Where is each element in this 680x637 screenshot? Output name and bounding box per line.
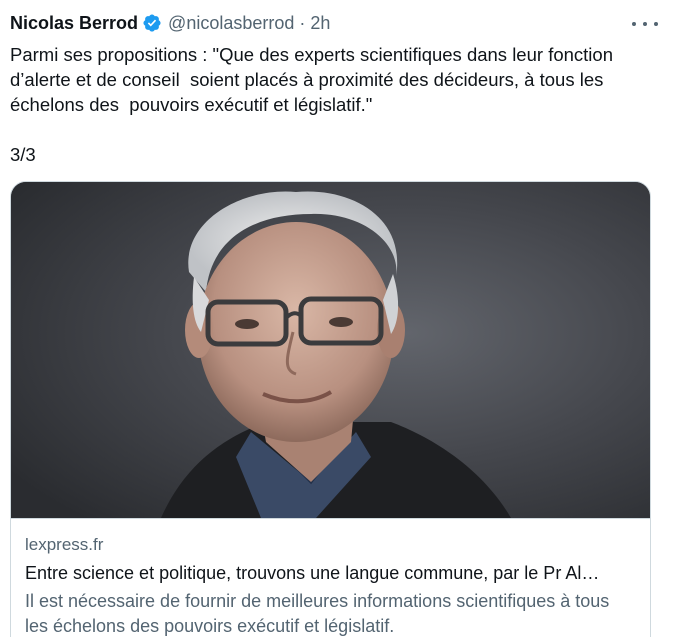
author-handle[interactable]: @nicolasberrod	[168, 13, 294, 34]
verified-badge-icon	[142, 13, 162, 33]
card-image[interactable]	[11, 182, 650, 518]
card-title[interactable]: Entre science et politique, trouvons une…	[25, 563, 637, 584]
card-description[interactable]: Il est nécessaire de fournir de meilleur…	[25, 589, 635, 637]
more-dot	[654, 22, 658, 26]
tweet-timestamp[interactable]: 2h	[310, 13, 330, 34]
tweet-header: Nicolas Berrod @nicolasberrod · 2h	[10, 8, 330, 38]
card-meta[interactable]: lexpress.fr Entre science et politique, …	[11, 518, 650, 636]
author-name[interactable]: Nicolas Berrod	[10, 13, 138, 34]
tweet[interactable]: Nicolas Berrod @nicolasberrod · 2h Parmi…	[0, 0, 680, 637]
tweet-text: Parmi ses propositions : "Que des expert…	[10, 44, 613, 165]
header-separator: ·	[299, 12, 306, 33]
more-dot	[643, 22, 647, 26]
more-options-icon[interactable]	[632, 14, 658, 34]
more-dot	[632, 22, 636, 26]
link-card[interactable]: lexpress.fr Entre science et politique, …	[10, 181, 651, 637]
card-domain[interactable]: lexpress.fr	[25, 535, 103, 555]
